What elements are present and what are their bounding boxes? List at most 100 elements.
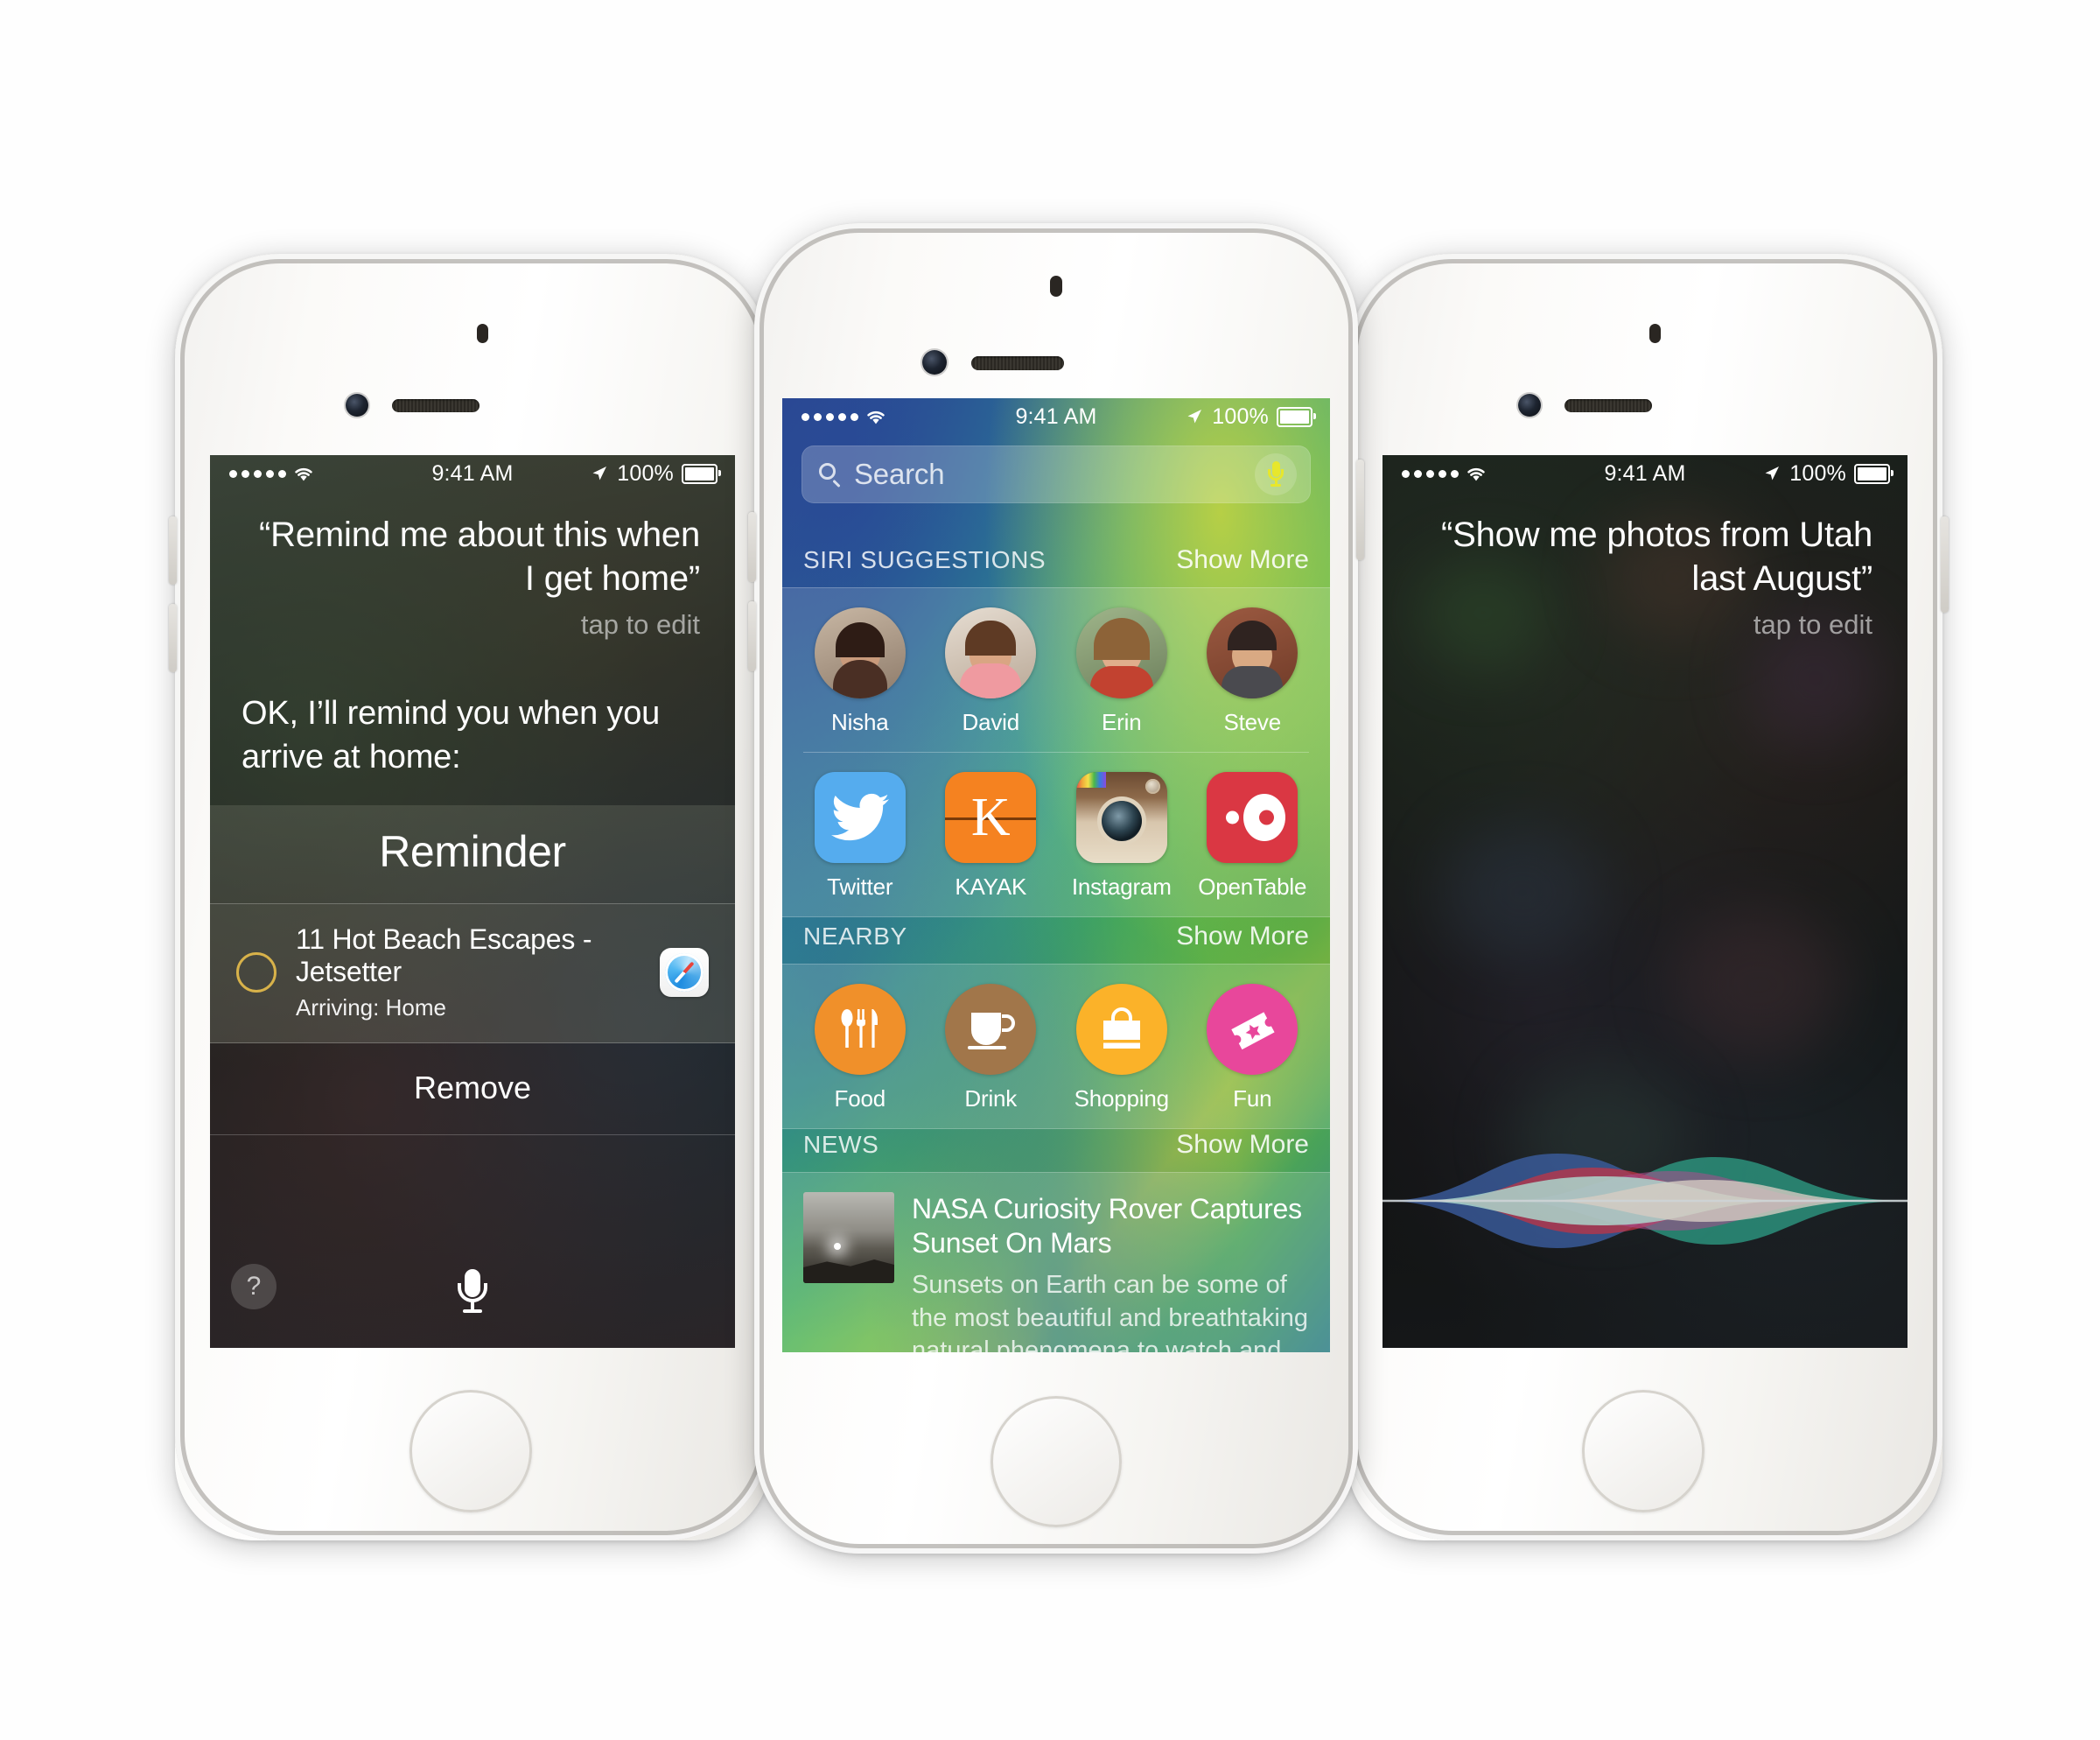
contacts-grid: Nisha David Erin Steve — [782, 588, 1330, 752]
status-time: 9:41 AM — [1604, 460, 1686, 486]
avatar — [814, 607, 906, 698]
section-title: SIRI SUGGESTIONS — [803, 546, 1046, 573]
front-camera-icon — [346, 394, 368, 417]
reminder-card-title: Reminder — [210, 805, 735, 903]
app-name: KAYAK — [955, 874, 1027, 900]
remove-button[interactable]: Remove — [210, 1043, 735, 1135]
ambient-sensor-icon — [1050, 276, 1062, 297]
nearby-name: Food — [834, 1085, 886, 1112]
reminder-item-title: 11 Hot Beach Escapes - Jetsetter — [296, 923, 592, 987]
siri-mic-button[interactable] — [210, 1269, 735, 1313]
avatar — [945, 607, 1037, 698]
nearby-item[interactable]: Fun — [1187, 984, 1319, 1112]
siri-answer-text: OK, I’ll remind you when you arrive at h… — [242, 695, 661, 776]
power-button[interactable] — [1941, 516, 1949, 613]
volume-down-button[interactable] — [748, 601, 756, 671]
nearby-name: Shopping — [1074, 1085, 1169, 1112]
siri-waveform-svg — [1382, 1154, 1908, 1248]
earpiece-speaker — [971, 356, 1064, 370]
search-input[interactable]: Search — [802, 446, 1311, 503]
reminder-checkbox[interactable] — [236, 951, 276, 993]
status-bar-center: 9:41 AM 100% — [782, 398, 1330, 435]
section-siri-suggestions: SIRI SUGGESTIONS Show More Nisha David E… — [782, 531, 1330, 917]
show-more-link[interactable]: Show More — [1176, 545, 1309, 575]
contact-name: Steve — [1223, 709, 1282, 735]
earpiece-speaker — [392, 399, 480, 412]
reminder-item-subtitle: Arriving: Home — [296, 993, 446, 1021]
app-item[interactable]: OpenTable — [1187, 772, 1319, 901]
home-button[interactable] — [990, 1396, 1122, 1527]
siri-query-text[interactable]: “Show me photos from Utah last August” — [1418, 513, 1872, 601]
news-header: NEWS Show More — [782, 1116, 1330, 1172]
contact-name: Nisha — [831, 709, 889, 735]
microphone-icon — [458, 1269, 487, 1313]
battery-icon — [1277, 406, 1316, 427]
battery-icon — [682, 463, 721, 484]
battery-icon — [1854, 463, 1894, 484]
nearby-name: Drink — [964, 1085, 1018, 1112]
contact-item[interactable]: Nisha — [794, 607, 926, 736]
ticket-icon — [1207, 984, 1298, 1075]
nearby-grid: Food Drink Shopping Fun — [782, 965, 1330, 1128]
app-name: Twitter — [827, 874, 893, 900]
nearby-header: NEARBY Show More — [782, 908, 1330, 964]
volume-down-button[interactable] — [169, 604, 177, 672]
nearby-panel: Food Drink Shopping Fun — [782, 964, 1330, 1129]
search-placeholder: Search — [854, 458, 945, 490]
phone-center: 9:41 AM 100% Search SIRI SUGGESTIONS Sho… — [748, 223, 1364, 1554]
volume-up-button[interactable] — [748, 512, 756, 582]
avatar — [1075, 607, 1167, 698]
phone-left-screen: 9:41 AM 100% “Remind me about this when … — [210, 455, 735, 1348]
status-time: 9:41 AM — [431, 460, 514, 486]
siri-suggestions-panel: Nisha David Erin Steve Twitter K KAYAK I… — [782, 587, 1330, 917]
show-more-link[interactable]: Show More — [1176, 1130, 1309, 1160]
front-camera-icon — [922, 350, 947, 375]
coffee-cup-icon — [945, 984, 1037, 1075]
home-button[interactable] — [410, 1390, 532, 1512]
volume-up-button[interactable] — [169, 516, 177, 585]
phone-left: 9:41 AM 100% “Remind me about this when … — [169, 254, 770, 1540]
contact-name: David — [962, 709, 1020, 735]
earpiece-speaker — [1564, 399, 1652, 412]
phone-center-screen: 9:41 AM 100% Search SIRI SUGGESTIONS Sho… — [782, 398, 1330, 1352]
news-title: NASA Curiosity Rover Captures Sunset On … — [912, 1193, 1302, 1259]
section-news: NEWS Show More NASA Curiosity Rover Capt… — [782, 1116, 1330, 1352]
safari-icon[interactable] — [660, 947, 709, 997]
news-snippet: Sunsets on Earth can be some of the most… — [912, 1271, 1309, 1352]
app-item[interactable]: K KAYAK — [926, 772, 1057, 901]
ambient-sensor-icon — [477, 324, 488, 343]
home-button[interactable] — [1582, 1390, 1704, 1512]
siri-waveform — [1382, 1122, 1908, 1280]
tap-to-edit-label[interactable]: tap to edit — [1754, 609, 1872, 641]
show-more-link[interactable]: Show More — [1176, 922, 1309, 951]
contact-item[interactable]: Steve — [1187, 607, 1319, 736]
status-bar-right: 9:41 AM 100% — [1382, 455, 1908, 492]
siri-suggestions-header: SIRI SUGGESTIONS Show More — [782, 531, 1330, 587]
news-article[interactable]: NASA Curiosity Rover Captures Sunset On … — [782, 1173, 1330, 1352]
app-name: Instagram — [1071, 874, 1172, 900]
power-button[interactable] — [1356, 460, 1364, 560]
status-time: 9:41 AM — [1015, 403, 1097, 429]
reminder-item-row[interactable]: 11 Hot Beach Escapes - Jetsetter Arrivin… — [210, 903, 735, 1043]
app-item[interactable]: Twitter — [794, 772, 926, 901]
phone-right-screen: 9:41 AM 100% “Show me photos from Utah l… — [1382, 455, 1908, 1348]
app-item[interactable]: Instagram — [1056, 772, 1187, 901]
nearby-item[interactable]: Shopping — [1056, 984, 1187, 1112]
tap-to-edit-label[interactable]: tap to edit — [581, 609, 700, 641]
utensils-icon — [814, 984, 906, 1075]
phone-right: 9:41 AM 100% “Show me photos from Utah l… — [1348, 254, 1949, 1540]
front-camera-icon — [1518, 394, 1541, 417]
microphone-icon — [1268, 461, 1284, 488]
contact-item[interactable]: David — [926, 607, 1057, 736]
section-title: NEWS — [803, 1131, 879, 1158]
contact-item[interactable]: Erin — [1056, 607, 1187, 736]
dictation-button[interactable] — [1255, 453, 1297, 495]
news-panel: NASA Curiosity Rover Captures Sunset On … — [782, 1172, 1330, 1352]
nearby-item[interactable]: Drink — [926, 984, 1057, 1112]
instagram-icon — [1075, 772, 1167, 863]
three-phone-composition: 9:41 AM 100% “Remind me about this when … — [0, 0, 2100, 1740]
section-nearby: NEARBY Show More Food Drink Shopping Fun — [782, 908, 1330, 1129]
search-field-wrap: Search — [782, 435, 1330, 517]
siri-query-text[interactable]: “Remind me about this when I get home” — [245, 513, 700, 601]
nearby-item[interactable]: Food — [794, 984, 926, 1112]
